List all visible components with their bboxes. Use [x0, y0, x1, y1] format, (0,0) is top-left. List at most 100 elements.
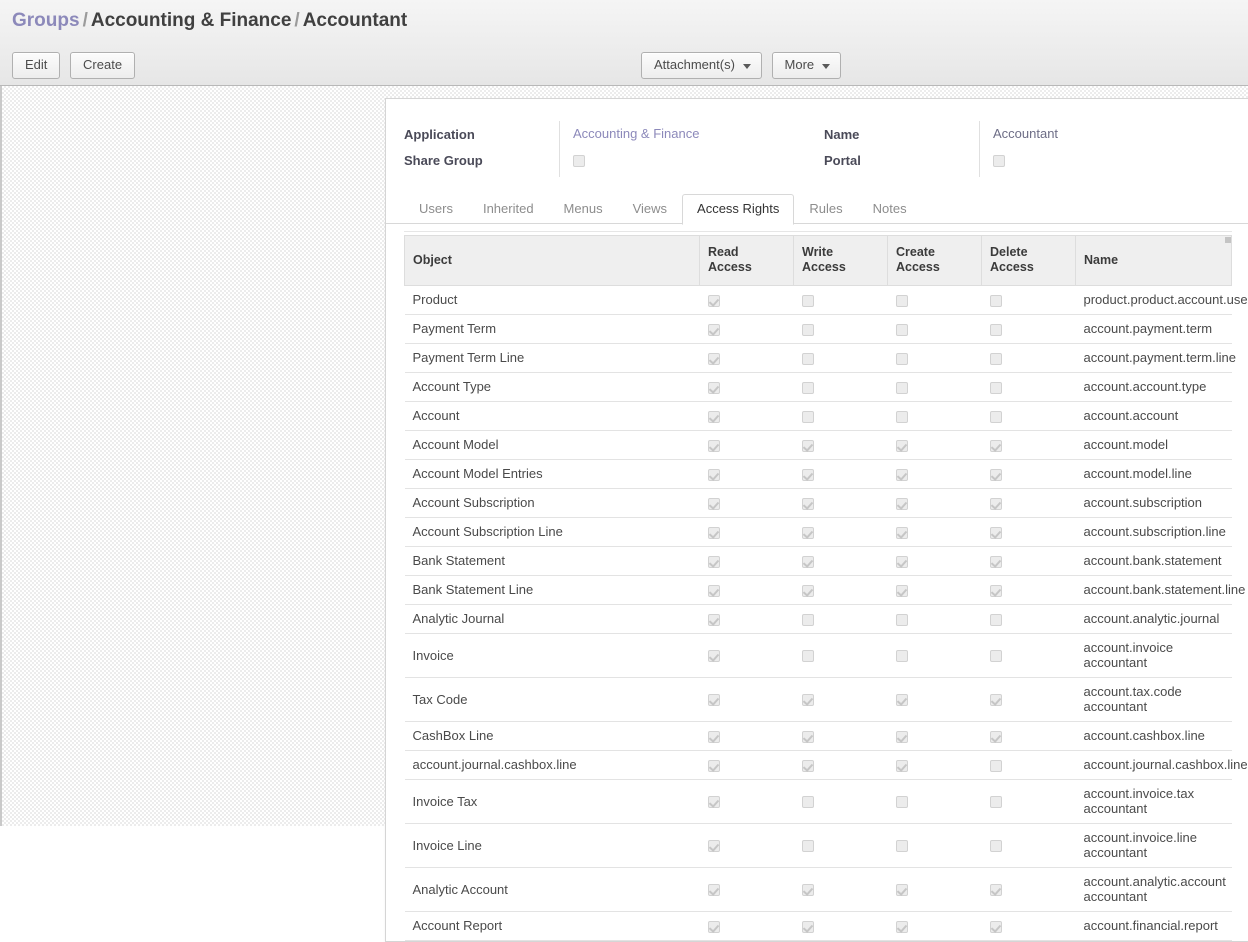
field-portal[interactable] [993, 147, 1058, 173]
read-access-checkbox[interactable] [707, 468, 720, 481]
cell-read-access[interactable] [699, 343, 794, 373]
cell-write-access[interactable] [793, 750, 888, 780]
portal-checkbox[interactable] [993, 154, 1005, 167]
cell-read-access[interactable] [699, 459, 794, 489]
table-header-write-access[interactable]: Write Access [793, 235, 888, 286]
tab-rules[interactable]: Rules [794, 194, 857, 224]
cell-write-access[interactable] [793, 546, 888, 576]
table-row[interactable]: Bank Statement Line account.bank.statemen… [404, 575, 1245, 605]
table-row[interactable]: Account Subscription Line account.subscri… [404, 517, 1232, 547]
cell-write-access[interactable] [793, 459, 888, 489]
cell-create-access[interactable] [887, 285, 982, 315]
cell-create-access[interactable] [887, 372, 982, 402]
cell-write-access[interactable] [793, 575, 888, 605]
cell-delete-access[interactable] [981, 604, 1076, 634]
create-access-checkbox[interactable] [895, 468, 908, 481]
read-access-checkbox[interactable] [707, 294, 720, 307]
write-access-checkbox[interactable] [801, 796, 814, 809]
cell-write-access[interactable] [793, 488, 888, 518]
create-access-checkbox[interactable] [895, 526, 908, 539]
write-access-checkbox[interactable] [801, 323, 814, 336]
cell-write-access[interactable] [793, 867, 888, 912]
cell-delete-access[interactable] [981, 721, 1076, 751]
write-access-checkbox[interactable] [801, 694, 814, 707]
table-row[interactable]: Account Model account.model [404, 430, 1232, 460]
cell-write-access[interactable] [793, 401, 888, 431]
delete-access-checkbox[interactable] [989, 920, 1002, 933]
table-resize-handle[interactable] [1225, 237, 1231, 243]
table-row[interactable]: Invoice Line account.invoice.line account… [404, 823, 1232, 868]
delete-access-checkbox[interactable] [989, 840, 1002, 853]
cell-delete-access[interactable] [981, 430, 1076, 460]
create-access-checkbox[interactable] [895, 555, 908, 568]
create-access-checkbox[interactable] [895, 796, 908, 809]
cell-write-access[interactable] [793, 779, 888, 824]
write-access-checkbox[interactable] [801, 381, 814, 394]
cell-delete-access[interactable] [981, 823, 1076, 868]
table-row[interactable]: Tax Code account.tax.code accountant [404, 677, 1232, 722]
cell-delete-access[interactable] [981, 459, 1076, 489]
cell-read-access[interactable] [699, 867, 794, 912]
read-access-checkbox[interactable] [707, 694, 720, 707]
delete-access-checkbox[interactable] [989, 650, 1002, 663]
write-access-checkbox[interactable] [801, 294, 814, 307]
tab-menus[interactable]: Menus [549, 194, 618, 224]
cell-create-access[interactable] [887, 750, 982, 780]
cell-write-access[interactable] [793, 372, 888, 402]
create-access-checkbox[interactable] [895, 584, 908, 597]
cell-write-access[interactable] [793, 343, 888, 373]
delete-access-checkbox[interactable] [989, 352, 1002, 365]
cell-write-access[interactable] [793, 517, 888, 547]
table-header-create-access[interactable]: Create Access [887, 235, 982, 286]
cell-delete-access[interactable] [981, 488, 1076, 518]
edit-button[interactable]: Edit [12, 52, 61, 79]
delete-access-checkbox[interactable] [989, 497, 1002, 510]
cell-create-access[interactable] [887, 823, 982, 868]
table-row[interactable]: Account Type account.account.type [404, 372, 1232, 402]
table-row[interactable]: Account Report account.financial.report [404, 911, 1232, 941]
tab-views[interactable]: Views [618, 194, 682, 224]
cell-create-access[interactable] [887, 314, 982, 344]
table-row[interactable]: Analytic Journal account.analytic.journal [404, 604, 1232, 634]
delete-access-checkbox[interactable] [989, 468, 1002, 481]
read-access-checkbox[interactable] [707, 730, 720, 743]
cell-delete-access[interactable] [981, 343, 1076, 373]
table-row[interactable]: Product product.product.account.user [404, 285, 1248, 315]
write-access-checkbox[interactable] [801, 650, 814, 663]
create-access-checkbox[interactable] [895, 294, 908, 307]
write-access-checkbox[interactable] [801, 468, 814, 481]
delete-access-checkbox[interactable] [989, 439, 1002, 452]
cell-delete-access[interactable] [981, 677, 1076, 722]
read-access-checkbox[interactable] [707, 526, 720, 539]
tab-notes[interactable]: Notes [858, 194, 922, 224]
read-access-checkbox[interactable] [707, 381, 720, 394]
cell-create-access[interactable] [887, 459, 982, 489]
create-access-checkbox[interactable] [895, 439, 908, 452]
cell-delete-access[interactable] [981, 911, 1076, 941]
cell-delete-access[interactable] [981, 314, 1076, 344]
read-access-checkbox[interactable] [707, 920, 720, 933]
read-access-checkbox[interactable] [707, 584, 720, 597]
cell-read-access[interactable] [699, 911, 794, 941]
cell-write-access[interactable] [793, 314, 888, 344]
more-dropdown-button[interactable]: More [771, 52, 842, 79]
delete-access-checkbox[interactable] [989, 555, 1002, 568]
delete-access-checkbox[interactable] [989, 730, 1002, 743]
cell-write-access[interactable] [793, 677, 888, 722]
tab-inherited[interactable]: Inherited [468, 194, 549, 224]
table-header-read-access[interactable]: Read Access [699, 235, 794, 286]
table-header-delete-access[interactable]: Delete Access [981, 235, 1076, 286]
cell-write-access[interactable] [793, 604, 888, 634]
cell-create-access[interactable] [887, 488, 982, 518]
cell-write-access[interactable] [793, 911, 888, 941]
value-application[interactable]: Accounting & Finance [573, 121, 699, 147]
cell-delete-access[interactable] [981, 372, 1076, 402]
table-row[interactable]: account.journal.cashbox.line account.jour… [404, 750, 1248, 780]
table-row[interactable]: Account Subscription account.subscription [404, 488, 1232, 518]
read-access-checkbox[interactable] [707, 840, 720, 853]
read-access-checkbox[interactable] [707, 796, 720, 809]
cell-read-access[interactable] [699, 401, 794, 431]
delete-access-checkbox[interactable] [989, 694, 1002, 707]
delete-access-checkbox[interactable] [989, 323, 1002, 336]
cell-delete-access[interactable] [981, 546, 1076, 576]
